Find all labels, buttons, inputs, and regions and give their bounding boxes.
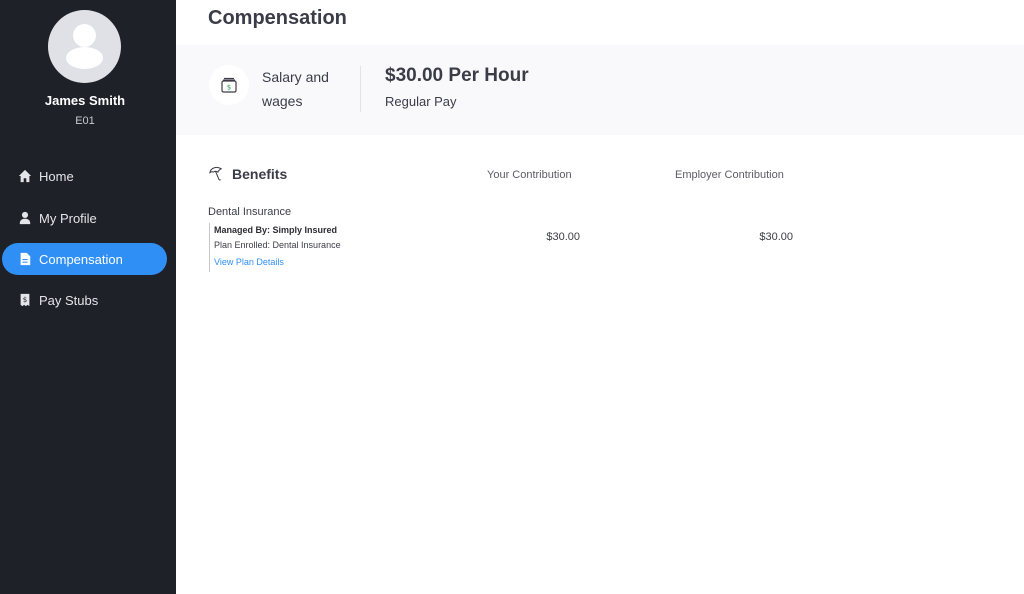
- sidebar-item-compensation[interactable]: Compensation: [2, 243, 167, 275]
- sidebar-item-my-profile[interactable]: My Profile: [2, 202, 167, 234]
- sidebar-item-label: My Profile: [39, 210, 97, 226]
- user-id: E01: [75, 115, 95, 127]
- plan-name: Dental Insurance: [208, 206, 292, 218]
- user-name: James Smith: [44, 93, 126, 108]
- salary-label-line2: wages: [262, 93, 303, 109]
- sidebar-item-home[interactable]: Home: [2, 160, 167, 192]
- home-icon: [18, 169, 32, 183]
- benefits-heading: Benefits: [208, 165, 287, 182]
- salary-card: $ Salary and wages $30.00 Per Hour Regul…: [176, 45, 1024, 135]
- svg-text:$: $: [227, 84, 231, 92]
- plan-enrolled: Plan Enrolled: Dental Insurance: [214, 240, 341, 250]
- salary-amount: $30.00 Per Hour: [385, 65, 529, 86]
- pay-stub-icon: $: [18, 293, 32, 307]
- salary-label: Salary and wages: [262, 65, 352, 113]
- benefits-title: Benefits: [232, 165, 288, 182]
- column-header-employer-contribution: Employer Contribution: [675, 169, 784, 181]
- column-header-your-contribution: Your Contribution: [487, 169, 572, 181]
- document-icon: [18, 252, 32, 266]
- salary-label-line1: Salary and: [262, 69, 329, 85]
- user-icon: [18, 211, 32, 225]
- plan-details: Managed By: Simply Insured Plan Enrolled…: [209, 223, 341, 272]
- sidebar-item-label: Compensation: [39, 251, 123, 267]
- pay-type: Regular Pay: [385, 94, 457, 109]
- svg-text:$: $: [23, 296, 27, 304]
- sidebar-item-label: Home: [39, 168, 74, 184]
- page-title: Compensation: [208, 7, 347, 29]
- avatar: [48, 10, 121, 83]
- sidebar: James Smith E01 Home My Profile Compensa…: [0, 0, 176, 594]
- divider: [360, 66, 361, 112]
- sidebar-item-pay-stubs[interactable]: $ Pay Stubs: [2, 284, 167, 316]
- sidebar-item-label: Pay Stubs: [39, 292, 99, 308]
- money-icon: $: [209, 65, 249, 105]
- avatar-body: [66, 47, 103, 69]
- plan-managed-by: Managed By: Simply Insured: [214, 225, 338, 235]
- avatar-head: [73, 24, 96, 47]
- employer-contribution-amount: $30.00: [759, 231, 793, 243]
- view-plan-details-link[interactable]: View Plan Details: [214, 253, 341, 271]
- umbrella-icon: [208, 165, 225, 182]
- your-contribution-amount: $30.00: [546, 231, 580, 243]
